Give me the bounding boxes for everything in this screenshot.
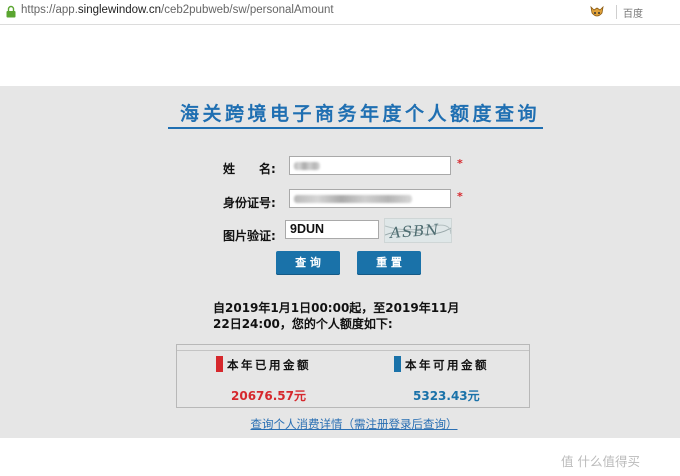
captcha-input-value: 9DUN [290, 222, 325, 236]
captcha-graphic: ASBN [385, 221, 451, 242]
toolbar-separator [616, 5, 617, 19]
lock-icon [6, 5, 16, 18]
used-amount-column: 本年已用金额 20676.57元 [177, 351, 353, 407]
captcha-label: 图片验证: [223, 229, 276, 243]
available-amount-column: 本年可用金额 5323.43元 [353, 351, 529, 407]
name-input[interactable] [289, 156, 451, 175]
query-button[interactable]: 查 询 [276, 251, 340, 275]
page-title: 海关跨境电子商务年度个人额度查询 [179, 103, 540, 125]
name-input-blurred-value [294, 162, 320, 170]
used-amount-value: 20676.57元 [231, 389, 307, 403]
url-text[interactable]: https://app.singlewindow.cn/ceb2pubweb/s… [21, 4, 334, 16]
search-engine-label[interactable]: 百度 [623, 5, 643, 20]
available-amount-label: 本年可用金额 [405, 358, 489, 372]
used-color-marker [216, 356, 223, 372]
available-amount-value: 5323.43元 [413, 389, 480, 403]
id-number-label: 身份证号: [223, 196, 276, 210]
captcha-image[interactable]: ASBN [384, 218, 452, 243]
captcha-input[interactable]: 9DUN [285, 220, 379, 239]
id-required-mark: * [457, 190, 463, 203]
consumption-detail-link[interactable]: 查询个人消费详情（需注册登录后查询） [0, 416, 680, 432]
address-bar[interactable]: https://app.singlewindow.cn/ceb2pubweb/s… [0, 0, 680, 25]
title-underline [168, 127, 543, 129]
url-domain: singlewindow.cn [77, 4, 162, 16]
available-color-marker [394, 356, 401, 372]
quota-summary-text: 自2019年1月1日00:00起，至2019年11月22日24:00，您的个人额… [213, 301, 460, 331]
captcha-text: ASBN [387, 221, 439, 242]
extension-icon[interactable] [589, 4, 605, 20]
name-label: 姓 名: [223, 162, 276, 176]
reset-button[interactable]: 重 置 [357, 251, 421, 275]
id-input-blurred-value [294, 195, 412, 203]
url-prefix: https://app. [21, 4, 78, 16]
name-required-mark: * [457, 157, 463, 170]
used-amount-label: 本年已用金额 [227, 358, 311, 372]
id-number-input[interactable] [289, 189, 451, 208]
quota-result-box: 本年已用金额 20676.57元 本年可用金额 5323.43元 [176, 344, 530, 408]
url-path: /ceb2pubweb/sw/personalAmount [161, 4, 334, 16]
site-watermark: 值 什么值得买 [561, 454, 640, 469]
